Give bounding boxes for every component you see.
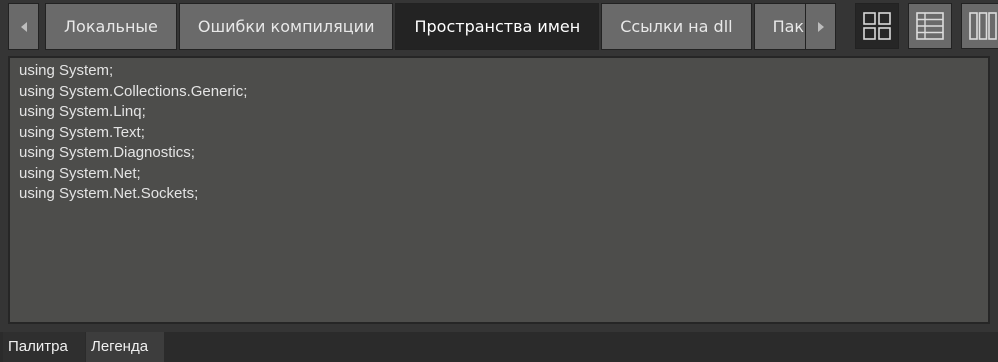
code-line: using System.Collections.Generic; xyxy=(19,82,248,100)
tab-locals[interactable]: Локальные xyxy=(45,3,177,50)
view-table-button[interactable] xyxy=(908,3,952,49)
table-rows-icon xyxy=(916,12,944,40)
tab-bar: Локальные Ошибки компиляции Пространства и… xyxy=(8,3,998,51)
tab-packages[interactable]: Пакеты xyxy=(753,3,805,50)
code-line: using System.Net; xyxy=(19,164,141,182)
namespaces-editor[interactable]: using System; using System.Collections.G… xyxy=(8,56,990,324)
grid-four-icon xyxy=(863,12,891,40)
tab-compile-errors[interactable]: Ошибки компиляции xyxy=(178,3,394,50)
tab-namespaces[interactable]: Пространства имен xyxy=(395,3,600,50)
tab-dll-references[interactable]: Ссылки на dll xyxy=(601,3,752,50)
code-line: using System.Diagnostics; xyxy=(19,144,195,161)
chevron-right-icon xyxy=(817,21,824,32)
view-grid-button[interactable] xyxy=(855,3,899,49)
view-columns-button[interactable] xyxy=(961,3,998,49)
bottom-tab-bar: Палитра Легенда xyxy=(0,332,998,362)
scroll-left-button[interactable] xyxy=(8,3,39,50)
code-line: using System.Linq; xyxy=(19,103,146,120)
code-line: using System; xyxy=(19,62,114,79)
namespaces-panel: Локальные Ошибки компиляции Пространства и… xyxy=(0,0,998,332)
chevron-left-icon xyxy=(20,21,27,32)
tab-strip: Локальные Ошибки компиляции Пространства и… xyxy=(45,3,805,50)
tab-palette[interactable]: Палитра xyxy=(3,332,85,362)
scroll-right-button[interactable] xyxy=(805,3,836,50)
code-line: using System.Text; xyxy=(19,123,145,141)
tab-legend[interactable]: Легенда xyxy=(86,332,164,362)
columns-icon xyxy=(969,12,997,40)
code-line: using System.Net.Sockets; xyxy=(19,185,199,202)
